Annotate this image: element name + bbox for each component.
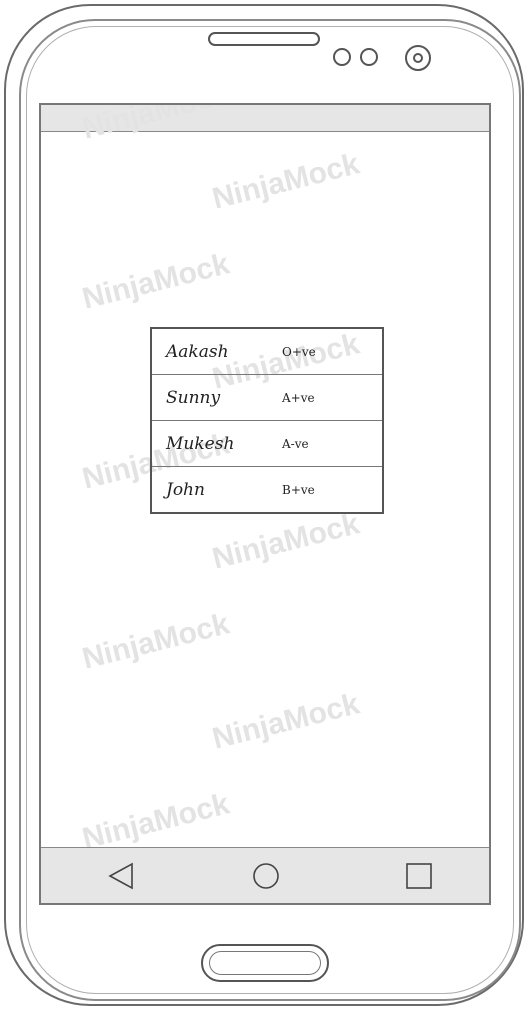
hardware-home-button[interactable] xyxy=(201,944,329,982)
list-item[interactable]: Mukesh A-ve xyxy=(152,421,382,467)
light-sensor xyxy=(360,48,378,66)
earpiece-speaker xyxy=(208,32,320,46)
list-item[interactable]: John B+ve xyxy=(152,467,382,512)
home-button[interactable] xyxy=(248,858,284,894)
navigation-bar xyxy=(41,847,489,903)
screen: NinjaMock NinjaMock NinjaMock NinjaMock … xyxy=(39,103,491,905)
proximity-sensor xyxy=(333,48,351,66)
home-icon xyxy=(253,863,279,889)
list-item[interactable]: Sunny A+ve xyxy=(152,375,382,421)
watermark: NinjaMock xyxy=(79,607,233,676)
contact-name: Sunny xyxy=(166,387,221,408)
recent-apps-icon xyxy=(406,863,432,889)
back-button[interactable] xyxy=(103,858,139,894)
watermark: NinjaMock xyxy=(209,147,363,216)
list-item[interactable]: Aakash O+ve xyxy=(152,329,382,375)
blood-group: A-ve xyxy=(282,436,309,451)
contact-name: John xyxy=(166,479,205,500)
blood-group-list: Aakash O+ve Sunny A+ve Mukesh A-ve John … xyxy=(150,327,384,514)
contact-name: Mukesh xyxy=(166,433,235,454)
blood-group: B+ve xyxy=(282,482,315,497)
recent-apps-button[interactable] xyxy=(401,858,437,894)
front-camera-icon xyxy=(405,45,431,71)
watermark: NinjaMock xyxy=(79,247,233,316)
watermark: NinjaMock xyxy=(209,507,363,576)
watermark: NinjaMock xyxy=(209,687,363,756)
back-icon xyxy=(108,862,133,890)
blood-group: O+ve xyxy=(282,344,316,359)
contact-name: Aakash xyxy=(166,341,229,362)
status-bar xyxy=(41,105,489,132)
blood-group: A+ve xyxy=(282,390,315,405)
